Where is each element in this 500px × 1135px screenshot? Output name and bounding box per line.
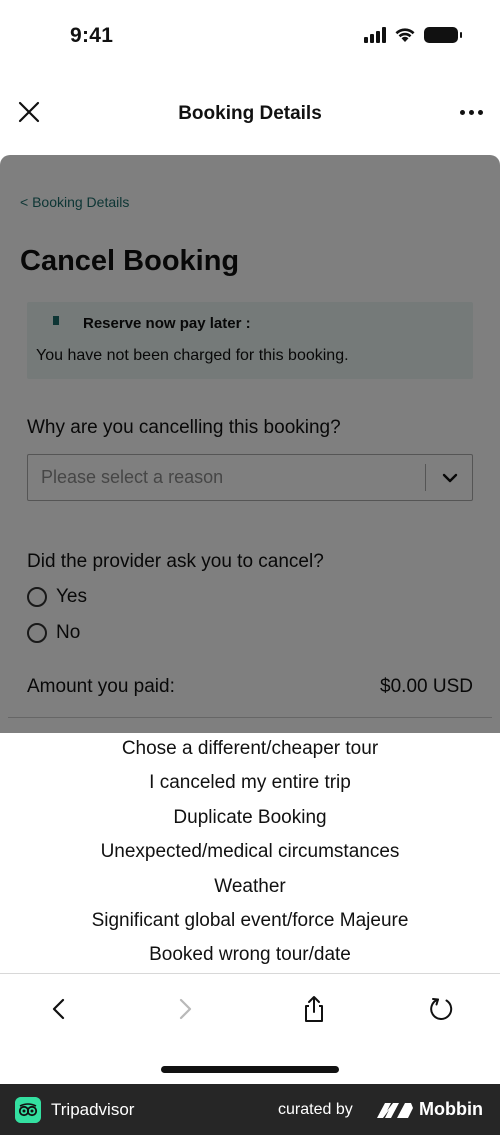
picker-option[interactable]: Significant global event/force Majeure (0, 905, 500, 939)
tripadvisor-logo-icon (15, 1097, 41, 1123)
web-content: < Booking Details Cancel Booking Reserve… (0, 155, 500, 733)
curated-by-label: curated by (278, 1101, 353, 1118)
picker-option[interactable]: Duplicate Booking (0, 802, 500, 836)
reason-picker: Chose a different/cheaper tour I cancele… (0, 733, 500, 973)
back-arrow-icon[interactable] (44, 994, 74, 1024)
battery-icon (424, 26, 462, 43)
share-icon[interactable] (299, 994, 329, 1024)
dim-overlay (0, 155, 500, 733)
wifi-icon (395, 28, 415, 42)
home-indicator (161, 1066, 339, 1073)
mobbin-name: Mobbin (419, 1099, 483, 1119)
refresh-icon[interactable] (426, 994, 456, 1024)
more-options-icon[interactable] (456, 99, 486, 125)
picker-option[interactable]: Booked wrong tour/date (0, 939, 500, 973)
browser-toolbar (0, 974, 500, 1044)
picker-option[interactable]: Weather (0, 871, 500, 905)
status-icons (364, 26, 462, 43)
mobbin-logo-icon (377, 1103, 413, 1118)
picker-option[interactable]: Chose a different/cheaper tour (0, 733, 500, 767)
status-time: 9:41 (70, 24, 114, 47)
attribution-footer: Tripadvisor curated by Mobbin (0, 1084, 500, 1135)
cellular-signal-icon (364, 26, 386, 43)
status-bar: 9:41 (0, 0, 500, 75)
forward-arrow-icon[interactable] (170, 994, 200, 1024)
picker-option[interactable]: I canceled my entire trip (0, 767, 500, 801)
picker-option[interactable]: Unexpected/medical circumstances (0, 836, 500, 870)
tripadvisor-name: Tripadvisor (51, 1100, 135, 1119)
nav-title: Booking Details (178, 103, 322, 124)
top-nav: Booking Details (0, 75, 500, 155)
